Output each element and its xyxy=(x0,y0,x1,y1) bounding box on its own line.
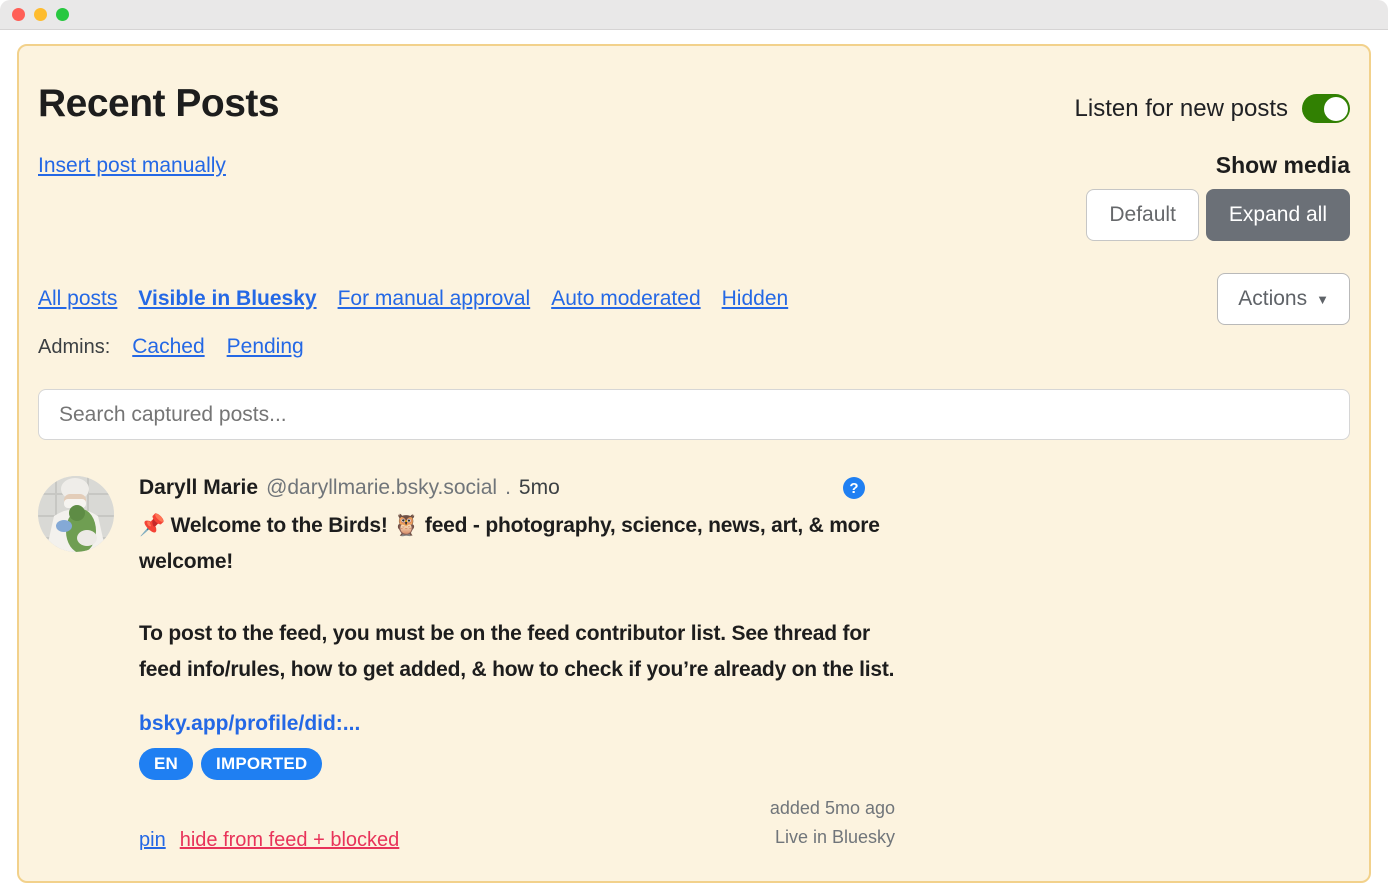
author-handle[interactable]: @daryllmarie.bsky.social xyxy=(266,476,497,500)
post-paragraph-2: To post to the feed, you must be on the … xyxy=(139,616,895,688)
tab-hidden[interactable]: Hidden xyxy=(722,287,789,311)
page-title: Recent Posts xyxy=(38,82,279,126)
chevron-down-icon: ▼ xyxy=(1316,292,1329,307)
post-profile-link[interactable]: bsky.app/profile/did:... xyxy=(139,712,360,736)
admins-label: Admins: xyxy=(38,336,110,359)
insert-post-link[interactable]: Insert post manually xyxy=(38,154,226,178)
post-badges: EN IMPORTED xyxy=(139,748,895,780)
language-badge: EN xyxy=(139,748,193,780)
actions-label: Actions xyxy=(1238,287,1307,311)
tab-visible-in-bluesky[interactable]: Visible in Bluesky xyxy=(138,287,316,311)
imported-badge: IMPORTED xyxy=(201,748,322,780)
show-media-label: Show media xyxy=(1216,152,1350,179)
post-header: Daryll Marie @daryllmarie.bsky.social . … xyxy=(139,476,895,500)
admins-cached-link[interactable]: Cached xyxy=(132,335,204,359)
zoom-window-icon[interactable] xyxy=(56,8,69,21)
traffic-lights xyxy=(12,8,69,21)
post-body: 📌 Welcome to the Birds! 🦉 feed - photogr… xyxy=(139,508,895,688)
listen-label: Listen for new posts xyxy=(1075,95,1288,123)
avatar[interactable] xyxy=(38,476,114,552)
help-icon[interactable]: ? xyxy=(843,477,865,499)
avatar-image xyxy=(38,476,114,552)
admins-pending-link[interactable]: Pending xyxy=(227,335,304,359)
post-action-links: pin hide from feed + blocked xyxy=(139,829,399,852)
window-titlebar xyxy=(0,0,1388,30)
listen-toggle[interactable] xyxy=(1302,94,1350,123)
hide-from-feed-link[interactable]: hide from feed + blocked xyxy=(180,829,400,852)
default-media-button[interactable]: Default xyxy=(1086,189,1199,241)
post-paragraph-1: 📌 Welcome to the Birds! 🦉 feed - photogr… xyxy=(139,508,895,580)
tab-all-posts[interactable]: All posts xyxy=(38,287,117,311)
recent-posts-panel: Recent Posts Listen for new posts Insert… xyxy=(17,44,1371,883)
dot-separator: . xyxy=(505,476,511,500)
actions-dropdown-button[interactable]: Actions ▼ xyxy=(1217,273,1350,325)
expand-all-media-button[interactable]: Expand all xyxy=(1206,189,1350,241)
post-content: Daryll Marie @daryllmarie.bsky.social . … xyxy=(139,476,895,852)
post-status: Live in Bluesky xyxy=(770,823,895,852)
subheader-row: Insert post manually Show media xyxy=(38,152,1350,179)
admins-row: Admins: Cached Pending xyxy=(38,335,1350,359)
toggle-knob xyxy=(1324,97,1348,121)
listen-row: Listen for new posts xyxy=(1075,94,1350,123)
tab-for-manual-approval[interactable]: For manual approval xyxy=(338,287,531,311)
tab-auto-moderated[interactable]: Auto moderated xyxy=(551,287,700,311)
post-added-timestamp: added 5mo ago xyxy=(770,794,895,823)
post-item: Daryll Marie @daryllmarie.bsky.social . … xyxy=(38,476,1350,852)
post-meta: added 5mo ago Live in Bluesky xyxy=(770,794,895,852)
post-footer: pin hide from feed + blocked added 5mo a… xyxy=(139,794,895,852)
search-input[interactable] xyxy=(38,389,1350,440)
media-buttons-group: Default Expand all xyxy=(38,189,1350,241)
tabs-row: All posts Visible in Bluesky For manual … xyxy=(38,273,1350,325)
author-name[interactable]: Daryll Marie xyxy=(139,476,258,500)
minimize-window-icon[interactable] xyxy=(34,8,47,21)
header-row: Recent Posts Listen for new posts xyxy=(38,82,1350,126)
close-window-icon[interactable] xyxy=(12,8,25,21)
pin-post-link[interactable]: pin xyxy=(139,829,166,852)
post-age: 5mo xyxy=(519,476,560,500)
filter-tabs: All posts Visible in Bluesky For manual … xyxy=(38,287,788,311)
